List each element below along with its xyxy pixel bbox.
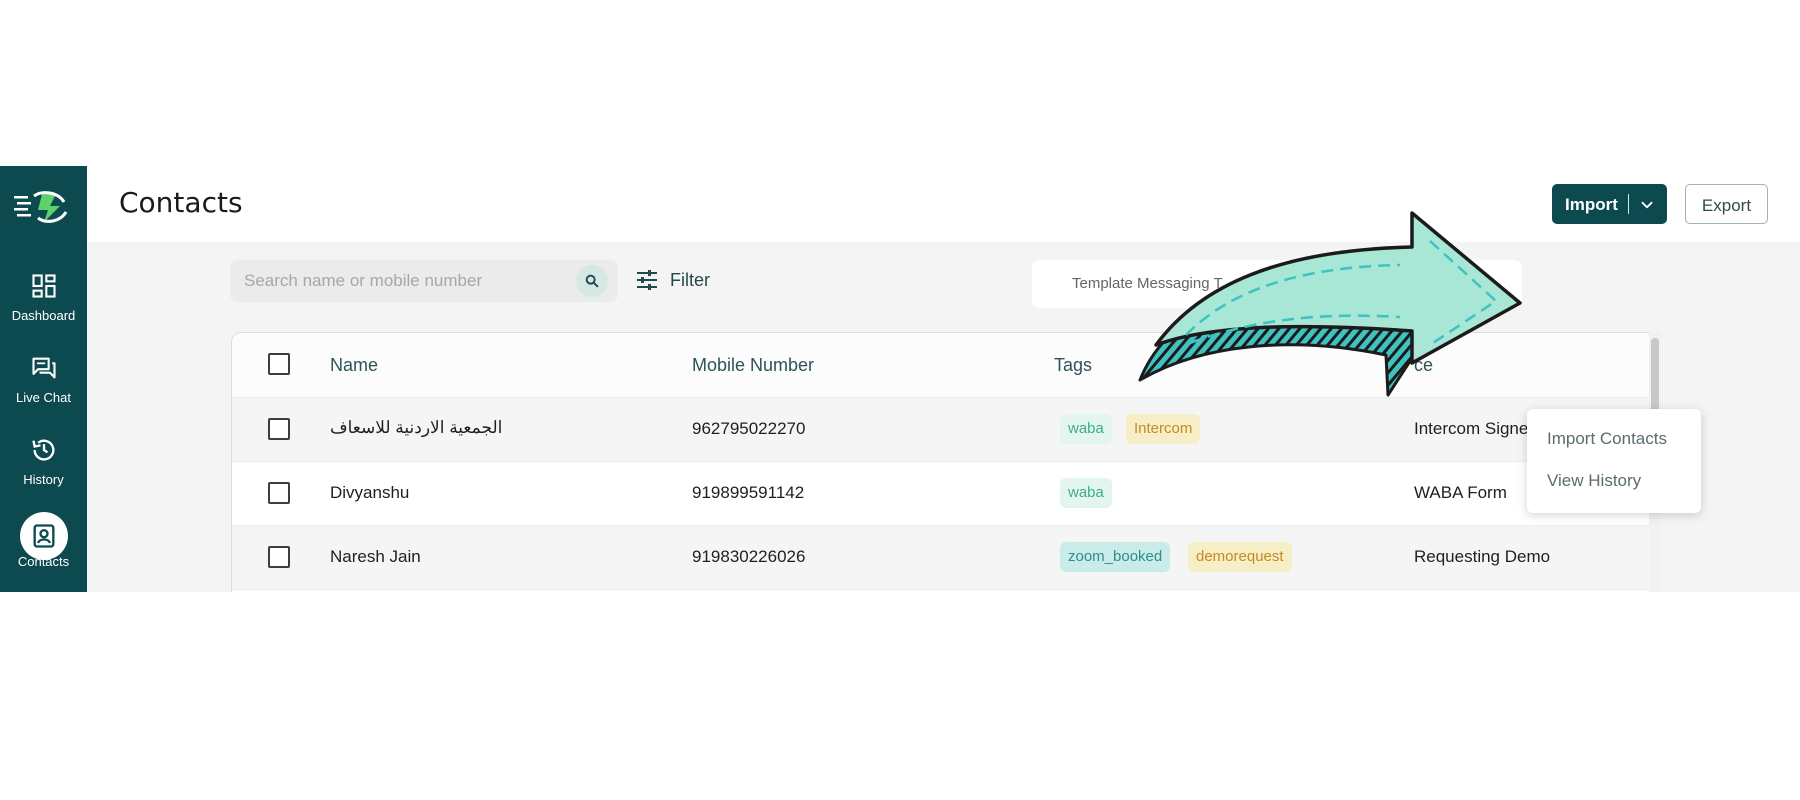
tag-badge: demorequest: [1188, 542, 1292, 572]
search-button[interactable]: [576, 265, 608, 297]
sidebar-item-history[interactable]: History: [0, 436, 87, 506]
tag-badge: Intercom: [1126, 414, 1201, 444]
filter-label: Filter: [670, 270, 710, 290]
sidebar-item-live-chat[interactable]: Live Chat: [0, 354, 87, 424]
tag-badge: zoom_booked: [1060, 542, 1171, 572]
import-dropdown-menu: Import Contacts View History: [1527, 409, 1701, 513]
table-row[interactable]: الجمعية الاردنية للاسعاف 962795022270 wa…: [232, 398, 1658, 462]
row-checkbox[interactable]: [268, 546, 290, 568]
annotation-arrow-icon: [1138, 211, 1522, 397]
sidebar-item-dashboard[interactable]: Dashboard: [0, 272, 87, 342]
search-bar: [230, 260, 618, 302]
page-title: Contacts: [119, 186, 243, 219]
contacts-icon: [33, 524, 55, 548]
column-header-name[interactable]: Name: [330, 355, 378, 376]
contact-name: Naresh Jain: [330, 547, 421, 566]
tag-badge: waba: [1060, 478, 1112, 508]
sidebar-item-label: Contacts: [17, 554, 70, 569]
search-input[interactable]: [244, 270, 564, 292]
sidebar-item-label: Live Chat: [16, 390, 71, 405]
page-header: Contacts Import Export: [87, 166, 1800, 242]
row-checkbox[interactable]: [268, 482, 290, 504]
table-row[interactable]: Naresh Jain 919830226026 zoom_booked dem…: [232, 526, 1658, 590]
column-header-tags[interactable]: Tags: [1054, 355, 1092, 376]
screen: Dashboard Live Chat History Contacts Con…: [0, 0, 1800, 800]
filter-sliders-icon: [637, 270, 657, 290]
chat-icon: [32, 357, 56, 379]
import-button[interactable]: Import: [1552, 184, 1667, 224]
sidebar-item-contacts[interactable]: Contacts: [0, 512, 87, 588]
import-button-label: Import: [1565, 195, 1618, 214]
contact-source: WABA Form: [1414, 483, 1507, 502]
contact-name: Divyanshu: [330, 483, 410, 502]
sidebar-item-label: Dashboard: [11, 308, 76, 323]
select-all-checkbox[interactable]: [268, 353, 290, 375]
chevron-down-icon[interactable]: [1638, 196, 1656, 214]
menu-item-import-contacts[interactable]: Import Contacts: [1547, 429, 1667, 449]
contact-mobile: 919830226026: [692, 547, 806, 566]
filter-button[interactable]: Filter: [635, 266, 725, 296]
export-button[interactable]: Export: [1685, 184, 1768, 224]
tag-badge: waba: [1060, 414, 1112, 444]
export-button-label: Export: [1701, 196, 1752, 215]
sidebar-item-label: History: [23, 472, 64, 487]
row-checkbox[interactable]: [268, 418, 290, 440]
contact-source: Requesting Demo: [1414, 547, 1551, 566]
contact-mobile: 919899591142: [692, 483, 805, 502]
contact-name: الجمعية الاردنية للاسعاف: [330, 418, 503, 437]
sidebar: Dashboard Live Chat History Contacts: [0, 166, 87, 592]
history-icon: [32, 439, 55, 461]
search-icon: [585, 274, 599, 288]
menu-item-view-history[interactable]: View History: [1547, 471, 1641, 491]
brand-logo-icon: [14, 191, 68, 223]
dashboard-icon: [32, 274, 56, 298]
contact-mobile: 962795022270: [692, 419, 806, 438]
table-row[interactable]: Divyanshu 919899591142 waba WABA Form: [232, 462, 1658, 526]
button-divider: [1628, 194, 1629, 214]
app-window: Dashboard Live Chat History Contacts Con…: [0, 166, 1800, 592]
column-header-mobile[interactable]: Mobile Number: [692, 355, 814, 376]
